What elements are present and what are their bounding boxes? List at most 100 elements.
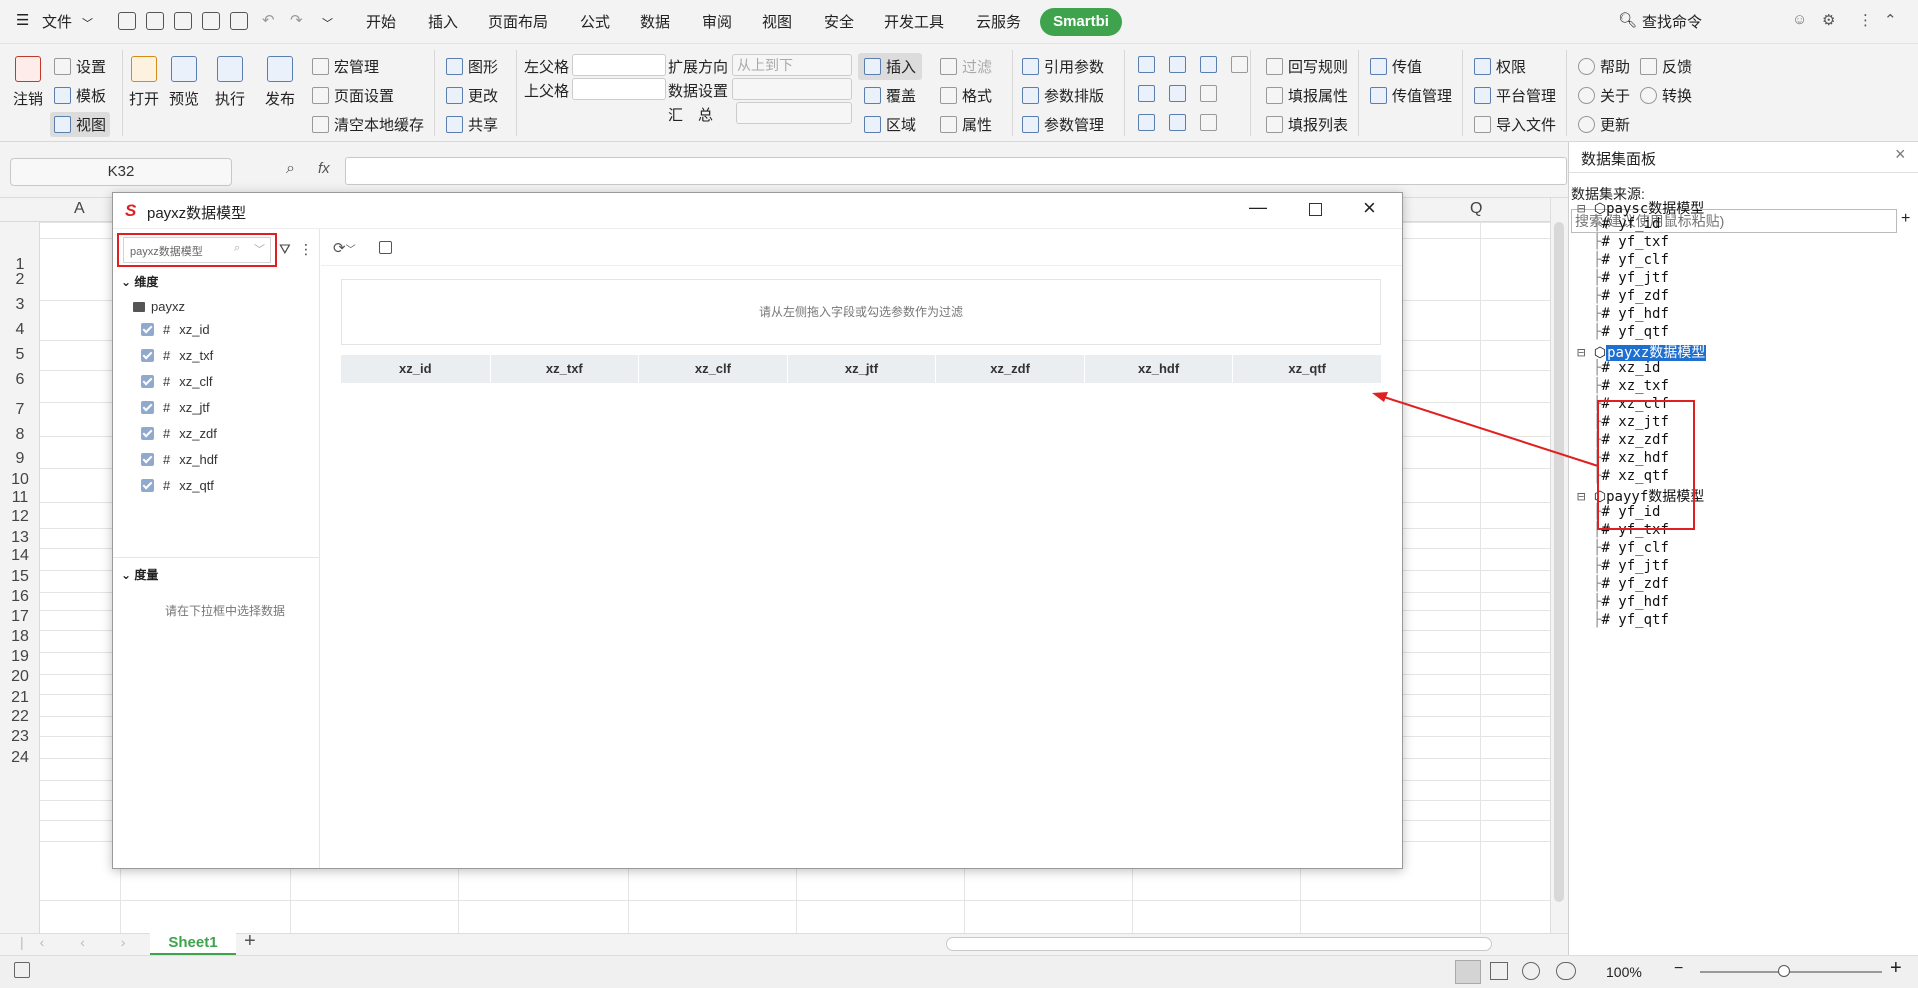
checkbox[interactable]	[141, 323, 154, 336]
file-menu[interactable]: 文件	[42, 11, 72, 32]
column-header[interactable]: xz_clf	[638, 355, 787, 383]
field-item[interactable]: # xz_clf	[141, 374, 212, 389]
row-number[interactable]: 7	[0, 401, 40, 419]
checkbox[interactable]	[141, 349, 154, 362]
more-icon[interactable]: ⋮	[1858, 11, 1873, 29]
shape-button[interactable]: 图形	[446, 56, 498, 77]
ref-param-button[interactable]: 引用参数	[1022, 56, 1104, 77]
tree-field-item[interactable]: ├# yf_clf	[1593, 540, 1669, 556]
collapse-icon[interactable]: ⊟	[1577, 489, 1585, 505]
maximize-icon[interactable]	[1309, 203, 1322, 216]
tab-smartbi[interactable]: Smartbi	[1040, 8, 1122, 36]
tree-field-item[interactable]: ├# yf_hdf	[1593, 306, 1669, 322]
redo-icon[interactable]: ↷	[290, 11, 303, 29]
print-preview-icon[interactable]	[230, 12, 248, 30]
property-button[interactable]: 属性	[940, 114, 992, 135]
checkbox[interactable]	[141, 375, 154, 388]
row-number[interactable]: 12	[0, 508, 40, 526]
close-icon[interactable]: ×	[1895, 144, 1906, 165]
search-icon[interactable]: 🔍︎	[1618, 11, 1637, 29]
refresh-icon[interactable]: ⟳﹀	[333, 239, 356, 257]
row-number[interactable]: 17	[0, 608, 40, 626]
tree-icon[interactable]	[1169, 85, 1186, 102]
row-number[interactable]: 24	[0, 749, 40, 767]
tree-field-item[interactable]: ├# xz_id	[1593, 360, 1660, 376]
template-button[interactable]: 模板	[54, 85, 106, 106]
collapse-icon[interactable]: ⊟	[1577, 201, 1585, 217]
execute-button[interactable]: 执行	[208, 56, 252, 109]
name-box[interactable]: K32	[10, 158, 232, 186]
more-icon[interactable]: ⋮	[299, 241, 313, 258]
add-sheet-icon[interactable]: +	[244, 930, 256, 953]
tab-data[interactable]: 数据	[640, 11, 670, 32]
collapse-icon[interactable]: ⊟	[1577, 345, 1585, 361]
preview-button[interactable]: 预览	[162, 56, 206, 109]
column-header[interactable]: xz_hdf	[1083, 355, 1233, 383]
zoom-out-icon[interactable]: −	[1674, 960, 1683, 978]
sheet-tab[interactable]: Sheet1	[150, 933, 236, 955]
tree-field-item[interactable]: ├# yf_qtf	[1593, 612, 1669, 628]
normal-view-icon[interactable]	[1455, 960, 1481, 984]
cover-button[interactable]: 覆盖	[864, 85, 916, 106]
column-header[interactable]: xz_txf	[489, 355, 639, 383]
writeback-rule-button[interactable]: 回写规则	[1266, 56, 1348, 77]
left-parent-select[interactable]	[572, 54, 666, 76]
fill-list-button[interactable]: 填报列表	[1266, 114, 1348, 135]
tab-formula[interactable]: 公式	[580, 11, 610, 32]
fill-property-button[interactable]: 填报属性	[1266, 85, 1348, 106]
help-button[interactable]: 帮助	[1578, 56, 1630, 77]
param-layout-button[interactable]: 参数排版	[1022, 85, 1104, 106]
tree-field-item[interactable]: ├# yf_zdf	[1593, 288, 1669, 304]
fx-label[interactable]: fx	[318, 160, 330, 177]
folder-node[interactable]: payxz	[133, 299, 185, 314]
close-icon[interactable]: ×	[1363, 195, 1376, 221]
format-button[interactable]: 格式	[940, 85, 992, 106]
row-number[interactable]: 14	[0, 547, 40, 565]
tab-view[interactable]: 视图	[762, 11, 792, 32]
row-number[interactable]: 16	[0, 588, 40, 606]
tree-field-item[interactable]: ├# yf_clf	[1593, 252, 1669, 268]
save-icon[interactable]	[146, 12, 164, 30]
zoom-level[interactable]: 100%	[1606, 964, 1642, 980]
date-icon[interactable]	[1169, 114, 1186, 131]
row-number[interactable]: 2	[0, 271, 40, 289]
about-button[interactable]: 关于	[1578, 85, 1630, 106]
data-setting-select[interactable]	[732, 78, 852, 100]
field-item[interactable]: # xz_txf	[141, 348, 213, 363]
checkbox[interactable]	[141, 401, 154, 414]
gear-icon[interactable]: ⚙	[1822, 11, 1835, 29]
pdf-icon[interactable]	[174, 12, 192, 30]
row-number[interactable]: 22	[0, 708, 40, 726]
row-number[interactable]: 4	[0, 321, 40, 339]
column-a[interactable]: A	[74, 200, 85, 218]
platform-manage-button[interactable]: 平台管理	[1474, 85, 1556, 106]
checkbox-icon[interactable]	[1138, 114, 1155, 131]
radio-icon[interactable]	[1138, 56, 1155, 73]
checkbox[interactable]	[141, 453, 154, 466]
field-item[interactable]: # xz_zdf	[141, 426, 217, 441]
param-manage-button[interactable]: 参数管理	[1022, 114, 1104, 135]
tab-insert[interactable]: 插入	[428, 11, 458, 32]
label-icon[interactable]	[1200, 114, 1217, 131]
tab-home[interactable]: 开始	[366, 11, 396, 32]
zoom-slider[interactable]	[1700, 971, 1882, 973]
column-header[interactable]: xz_qtf	[1232, 355, 1381, 383]
publish-button[interactable]: 发布	[258, 56, 302, 109]
logout-button[interactable]: 注销	[6, 56, 50, 109]
macro-record-icon[interactable]	[14, 962, 30, 978]
tab-review[interactable]: 审阅	[702, 11, 732, 32]
field-item[interactable]: # xz_id	[141, 322, 210, 337]
zoom-in-icon[interactable]: +	[1890, 957, 1902, 980]
row-number[interactable]: 21	[0, 689, 40, 707]
permission-button[interactable]: 权限	[1474, 56, 1526, 77]
zoom-icon[interactable]: ⌕	[286, 160, 295, 178]
hamburger-icon[interactable]: ☰	[16, 11, 29, 29]
field-item[interactable]: # xz_jtf	[141, 400, 210, 415]
collapse-ribbon-icon[interactable]: ⌃	[1884, 11, 1897, 29]
feedback-button[interactable]: 反馈	[1640, 56, 1692, 77]
page-setup-button[interactable]: 页面设置	[312, 85, 394, 106]
tree-field-item[interactable]: ├# yf_qtf	[1593, 324, 1669, 340]
update-button[interactable]: 更新	[1578, 114, 1630, 135]
spinner-icon[interactable]	[1231, 56, 1248, 73]
row-number[interactable]: 20	[0, 668, 40, 686]
